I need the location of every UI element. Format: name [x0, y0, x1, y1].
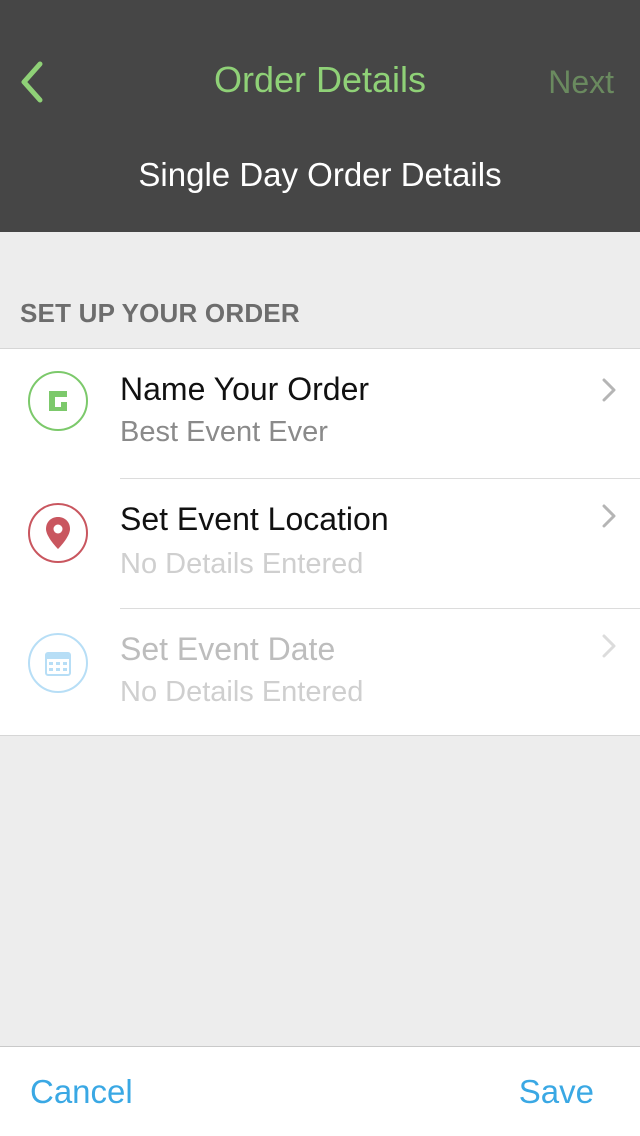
row-value: No Details Entered [120, 548, 364, 580]
row-value: No Details Entered [120, 676, 364, 708]
chevron-right-icon [602, 504, 616, 528]
list-item-name-order[interactable]: Name Your Order Best Event Ever [0, 349, 640, 479]
next-button[interactable]: Next [548, 62, 614, 102]
chevron-right-icon [602, 634, 616, 658]
page-subtitle: Single Day Order Details [138, 156, 502, 193]
page-title: Order Details [213, 59, 427, 100]
row-title: Set Event Date [120, 631, 336, 667]
bottom-toolbar: Cancel Save [0, 1046, 640, 1136]
save-button[interactable]: Save [519, 1071, 594, 1113]
navigation-header: Order Details Next Single Day Order Deta… [0, 0, 640, 232]
back-button[interactable] [14, 58, 50, 106]
order-setup-list: Name Your Order Best Event Ever Set Even… [0, 348, 640, 736]
row-value: Best Event Ever [120, 416, 328, 448]
list-item-event-location[interactable]: Set Event Location No Details Entered [0, 479, 640, 609]
order-name-icon [28, 371, 88, 431]
list-item-event-date[interactable]: Set Event Date No Details Entered [0, 609, 640, 739]
cancel-button[interactable]: Cancel [30, 1071, 133, 1113]
calendar-icon [28, 633, 88, 693]
row-title: Set Event Location [120, 501, 389, 537]
section-header: SET UP YOUR ORDER [20, 298, 300, 328]
row-title: Name Your Order [120, 371, 370, 407]
back-chevron-icon [21, 61, 43, 103]
chevron-right-icon [602, 378, 616, 402]
location-pin-icon [28, 503, 88, 563]
